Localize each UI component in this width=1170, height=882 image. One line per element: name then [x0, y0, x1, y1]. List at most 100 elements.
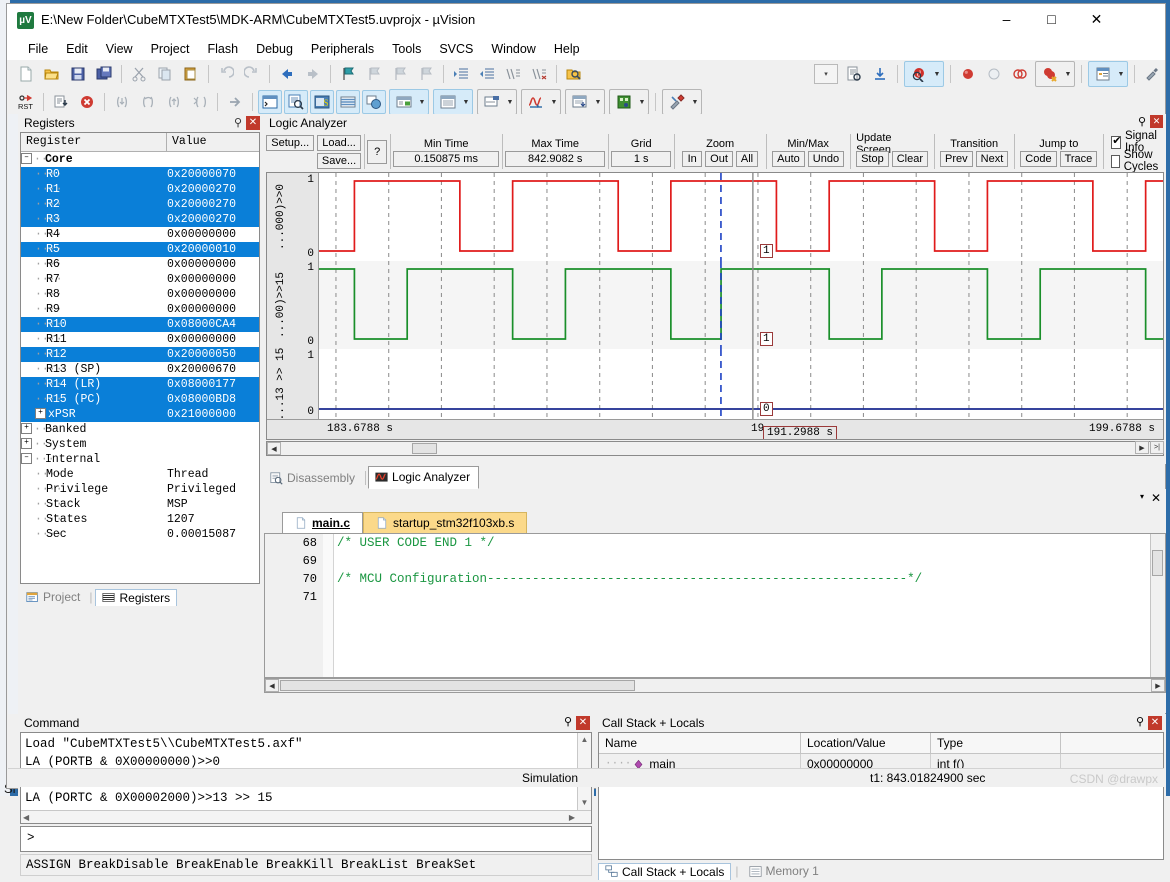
browse-symbols-dropdown-arrow[interactable]: ▼ — [932, 71, 942, 78]
close-icon[interactable]: ✕ — [1150, 115, 1163, 128]
disable-all-breakpoints-icon[interactable] — [1008, 62, 1032, 86]
serial-window-icon[interactable] — [480, 90, 504, 114]
transition-prev-button[interactable]: Prev — [940, 150, 973, 167]
indent-decrease-icon[interactable] — [475, 62, 499, 86]
find-in-files-icon[interactable] — [562, 62, 586, 86]
bookmark-jump-icon[interactable] — [868, 62, 892, 86]
update-stop-button[interactable]: Stop — [856, 150, 889, 167]
setup-button[interactable]: Setup... — [266, 134, 315, 151]
watch-window-icon[interactable] — [392, 90, 416, 114]
tab-registers[interactable]: Registers — [95, 588, 178, 606]
copy-icon[interactable] — [153, 62, 177, 86]
close-icon[interactable]: ✕ — [1148, 716, 1162, 730]
watch-window-dropdown-arrow[interactable]: ▼ — [417, 99, 427, 106]
insert-breakpoint-icon[interactable] — [956, 62, 980, 86]
register-row-r2[interactable]: ····R2 0x20000270 — [21, 197, 259, 212]
command-scroll-down-arrow[interactable]: ▼ — [578, 798, 591, 807]
menu-item-tools[interactable]: Tools — [383, 40, 430, 58]
file-tab-main-c[interactable]: main.c — [282, 512, 364, 533]
min-time-value[interactable]: 0.150875 ms — [393, 150, 500, 167]
analysis-window-dropdown-arrow[interactable]: ▼ — [549, 99, 559, 106]
manage-windows-group[interactable]: ▼ — [1088, 61, 1128, 87]
editor-scroll-left-arrow[interactable]: ◀ — [265, 679, 279, 692]
register-group-banked[interactable]: + ···Banked — [21, 422, 259, 437]
show-cycles-checkbox[interactable]: Show Cycles — [1111, 149, 1163, 173]
memory-window-dropdown-arrow[interactable]: ▼ — [461, 99, 471, 106]
uncomment-lines-icon[interactable] — [527, 62, 551, 86]
register-row-mode[interactable]: ····Mode Thread — [21, 467, 259, 482]
register-row-r11[interactable]: ····R11 0x00000000 — [21, 332, 259, 347]
redo-icon[interactable] — [240, 62, 264, 86]
code-line[interactable] — [337, 552, 1151, 570]
register-row-r1[interactable]: ····R1 0x20000270 — [21, 182, 259, 197]
column-header-type[interactable]: Type — [931, 733, 1061, 753]
configure-icon[interactable] — [1140, 62, 1164, 86]
menu-item-edit[interactable]: Edit — [57, 40, 97, 58]
step-over-icon[interactable] — [136, 90, 160, 114]
navigate-forward-icon[interactable] — [301, 62, 325, 86]
register-row-xpsr[interactable]: + xPSR 0x21000000 — [21, 407, 259, 422]
scroll-right-arrow[interactable]: ▶ — [1135, 441, 1149, 454]
close-icon[interactable]: ✕ — [246, 116, 260, 130]
find-icon[interactable] — [842, 62, 866, 86]
memory-window-icon[interactable] — [436, 90, 460, 114]
scroll-left-arrow[interactable]: ◀ — [267, 442, 281, 455]
scroll-end-arrow[interactable]: >| — [1150, 441, 1164, 454]
editor-vscroll-thumb[interactable] — [1152, 550, 1163, 576]
breakpoints-dropdown-arrow[interactable]: ▼ — [1063, 71, 1073, 78]
max-time-value[interactable]: 842.9082 s — [505, 150, 606, 167]
menu-item-help[interactable]: Help — [545, 40, 589, 58]
bookmark-clear-icon[interactable] — [414, 62, 438, 86]
close-button[interactable]: ✕ — [1074, 4, 1119, 35]
command-hscroll-right-arrow[interactable]: ▶ — [569, 813, 575, 822]
serial-window-dropdown-arrow[interactable]: ▼ — [505, 99, 515, 106]
menu-item-debug[interactable]: Debug — [247, 40, 302, 58]
register-row-r0[interactable]: ····R0 0x20000070 — [21, 167, 259, 182]
column-header-register[interactable]: Register — [21, 133, 167, 151]
trace-window-dropdown-arrow[interactable]: ▼ — [593, 99, 603, 106]
command-hscrollbar[interactable]: ◀ ▶ — [21, 810, 591, 823]
zoom-in-button[interactable]: In — [682, 150, 703, 167]
peripherals-window-group[interactable]: ▼ — [609, 89, 649, 115]
chevron-down-icon[interactable]: ▾ — [1140, 492, 1144, 501]
command-scroll-up-arrow[interactable]: ▲ — [578, 735, 591, 744]
waveform-canvas[interactable]: ...000)>>0 1 0 ...00)>>15 1 0 ...13 >> 1… — [266, 172, 1164, 440]
register-row-r15pc[interactable]: ····R15 (PC) 0x08000BD8 — [21, 392, 259, 407]
close-icon[interactable]: ✕ — [1151, 491, 1161, 505]
comment-lines-icon[interactable] — [501, 62, 525, 86]
trace-window-group[interactable]: ▼ — [565, 89, 605, 115]
callstack-table[interactable]: Name Location/Value Type ···· main 0x000… — [598, 732, 1164, 860]
register-row-r12[interactable]: ····R12 0x20000050 — [21, 347, 259, 362]
register-row-sec[interactable]: ····Sec 0.00015087 — [21, 527, 259, 542]
update-clear-button[interactable]: Clear — [891, 150, 929, 167]
pin-icon[interactable]: ⚲ — [234, 116, 242, 129]
register-row-r3[interactable]: ····R3 0x20000270 — [21, 212, 259, 227]
paste-icon[interactable] — [179, 62, 203, 86]
system-viewer-icon[interactable] — [612, 90, 636, 114]
show-next-statement-icon[interactable] — [223, 90, 247, 114]
editor-vscrollbar[interactable] — [1150, 534, 1165, 677]
run-icon[interactable] — [49, 90, 73, 114]
column-header-value[interactable]: Value — [167, 133, 259, 151]
close-icon[interactable]: ✕ — [576, 716, 590, 730]
analysis-window-group[interactable]: ▼ — [521, 89, 561, 115]
register-row-r8[interactable]: ····R8 0x00000000 — [21, 287, 259, 302]
menu-item-peripherals[interactable]: Peripherals — [302, 40, 383, 58]
tools-group[interactable]: ▼ — [662, 89, 702, 115]
call-stack-window-icon[interactable] — [362, 90, 386, 114]
register-row-r9[interactable]: ····R9 0x00000000 — [21, 302, 259, 317]
code-line[interactable] — [337, 588, 1151, 606]
register-row-r6[interactable]: ····R6 0x00000000 — [21, 257, 259, 272]
register-row-r5[interactable]: ····R5 0x20000010 — [21, 242, 259, 257]
load-button[interactable]: Load... — [317, 134, 361, 151]
minimize-button[interactable]: – — [984, 4, 1029, 35]
menu-item-flash[interactable]: Flash — [198, 40, 247, 58]
trace-window-icon[interactable] — [568, 90, 592, 114]
register-row-states[interactable]: ····States 1207 — [21, 512, 259, 527]
editor-hscroll-thumb[interactable] — [280, 680, 635, 691]
menu-item-window[interactable]: Window — [482, 40, 544, 58]
menu-item-view[interactable]: View — [97, 40, 142, 58]
bookmark-prev-icon[interactable] — [362, 62, 386, 86]
disable-breakpoint-icon[interactable] — [982, 62, 1006, 86]
tab-disassembly[interactable]: Disassembly — [264, 468, 363, 489]
